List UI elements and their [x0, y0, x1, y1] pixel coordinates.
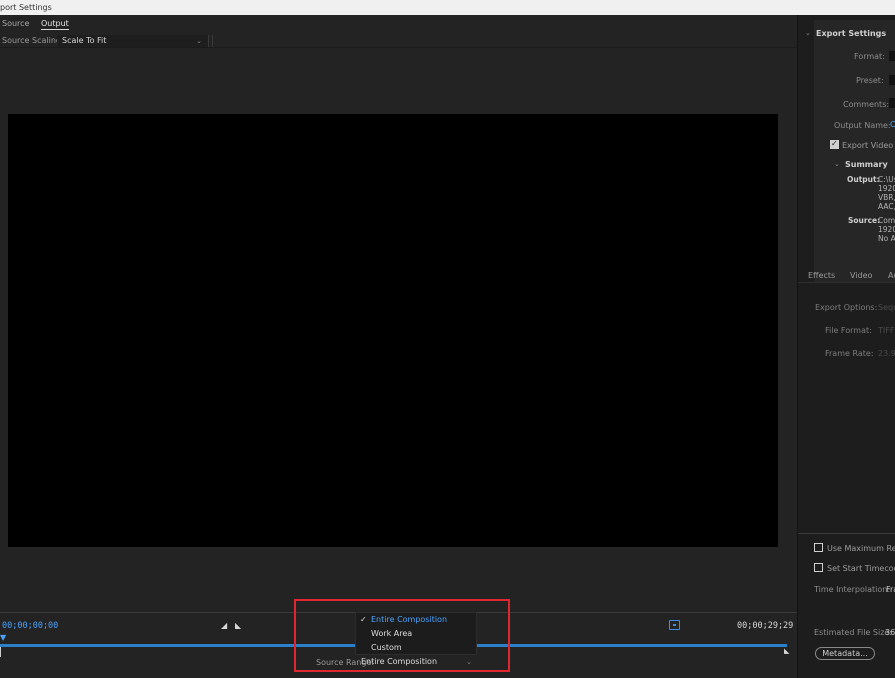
- export-video-label: Export Video: [842, 141, 894, 150]
- video-preview: [8, 114, 778, 547]
- format-label: Format:: [854, 52, 885, 61]
- summary-output-line: C:\Use: [878, 175, 895, 184]
- summary-output-line: AAC,: [878, 202, 895, 211]
- output-name-label: Output Name:: [834, 121, 891, 130]
- file-format-value[interactable]: TIFF: [878, 326, 894, 335]
- comments-input[interactable]: [889, 98, 895, 108]
- source-scaling-dropdown[interactable]: Scale To Fit ⌄: [57, 35, 209, 47]
- preview-panel: Source Output Source Scaling: Scale To F…: [0, 15, 797, 678]
- end-timecode: 00;00;29;29: [737, 621, 794, 631]
- use-max-render-label: Use Maximum Rende: [827, 544, 895, 553]
- preset-label: Preset:: [856, 76, 884, 85]
- chevron-down-icon: ⌄: [196, 37, 202, 45]
- set-start-timecode-checkbox[interactable]: [814, 563, 823, 572]
- summary-title: Summary: [845, 160, 888, 169]
- source-scaling-row: Source Scaling: Scale To Fit ⌄: [0, 33, 797, 48]
- summary-source-line: Comp: [878, 216, 895, 225]
- set-start-timecode-label: Set Start Timecode: [827, 564, 895, 573]
- time-interpolation-dropdown[interactable]: Fra: [886, 585, 895, 594]
- annotation-highlight: [294, 599, 510, 672]
- use-max-render-checkbox[interactable]: [814, 543, 823, 552]
- preset-dropdown[interactable]: [889, 75, 895, 85]
- fit-zoom-icon[interactable]: [669, 620, 680, 630]
- output-name-link[interactable]: C: [890, 120, 895, 129]
- frame-rate-label: Frame Rate:: [825, 349, 874, 358]
- file-format-label: File Format:: [825, 326, 872, 335]
- summary-output-line: 1920x: [878, 184, 895, 193]
- estimated-file-size-value: 36: [885, 628, 895, 637]
- chevron-down-icon[interactable]: ⌄: [805, 29, 811, 37]
- source-scaling-label: Source Scaling:: [2, 36, 64, 45]
- tab-audio[interactable]: Au: [888, 271, 895, 280]
- export-settings-dialog: Source Output Source Scaling: Scale To F…: [0, 15, 895, 678]
- format-dropdown[interactable]: [889, 51, 895, 61]
- summary-output-key: Output:: [847, 175, 880, 184]
- export-settings-panel: ⌄ Export Settings Format: Preset: Commen…: [797, 15, 895, 678]
- frame-rate-value[interactable]: 23.976: [878, 349, 895, 358]
- divider: [212, 35, 213, 47]
- out-point-handle-icon[interactable]: ◣: [784, 647, 789, 655]
- tab-source[interactable]: Source: [2, 19, 29, 28]
- summary-source-line: 1920x: [878, 225, 895, 234]
- window-title: port Settings: [0, 3, 52, 12]
- summary-source-line: No Au: [878, 234, 895, 243]
- comments-label: Comments:: [843, 100, 890, 109]
- tab-video[interactable]: Video: [850, 271, 872, 280]
- chevron-down-icon[interactable]: ⌄: [834, 160, 840, 168]
- settings-tabs: Effects Video Au: [798, 267, 895, 283]
- playhead-icon[interactable]: ▼: [0, 633, 6, 642]
- window-title-bar: port Settings: [0, 0, 895, 15]
- set-out-point-icon[interactable]: ◣: [235, 621, 241, 630]
- export-options-value[interactable]: Seque: [878, 303, 895, 312]
- summary-source-key: Source:: [848, 216, 881, 225]
- time-interpolation-label: Time Interpolation:: [814, 585, 891, 594]
- export-options-label: Export Options:: [815, 303, 878, 312]
- export-video-checkbox[interactable]: [830, 139, 839, 149]
- playhead-line: [0, 647, 1, 657]
- set-in-point-icon[interactable]: ◢: [221, 621, 227, 630]
- start-timecode[interactable]: 00;00;00;00: [2, 621, 58, 631]
- tab-effects[interactable]: Effects: [808, 271, 835, 280]
- estimated-file-size-label: Estimated File Size:: [814, 628, 893, 637]
- export-settings-title: Export Settings: [816, 29, 887, 38]
- metadata-button[interactable]: Metadata...: [815, 647, 875, 660]
- source-scaling-value: Scale To Fit: [62, 36, 107, 45]
- tab-output[interactable]: Output: [41, 19, 69, 30]
- summary-output-line: VBR,: [878, 193, 895, 202]
